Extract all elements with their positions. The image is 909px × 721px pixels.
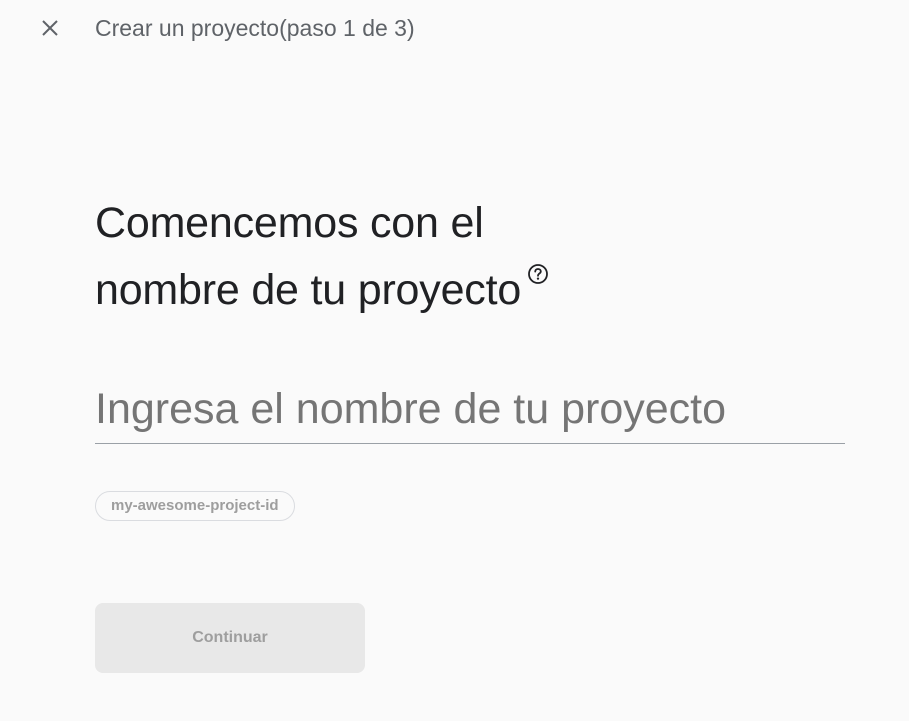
heading-line-1: Comencemos con el bbox=[95, 199, 484, 247]
heading-line-2-text: nombre de tu proyecto bbox=[95, 266, 522, 314]
top-bar: Crear un proyecto(paso 1 de 3) bbox=[0, 0, 909, 56]
continue-button[interactable]: Continuar bbox=[95, 603, 365, 673]
project-name-input[interactable] bbox=[95, 376, 845, 444]
page-title: Crear un proyecto(paso 1 de 3) bbox=[95, 15, 415, 41]
heading-line-2: nombre de tu proyecto bbox=[95, 257, 835, 324]
main-heading: Comencemos con el nombre de tu proyecto bbox=[95, 190, 835, 324]
project-id-chip[interactable]: my-awesome-project-id bbox=[95, 491, 295, 521]
close-button[interactable] bbox=[34, 12, 66, 44]
close-icon bbox=[42, 20, 58, 36]
help-circle-icon[interactable] bbox=[527, 263, 549, 285]
